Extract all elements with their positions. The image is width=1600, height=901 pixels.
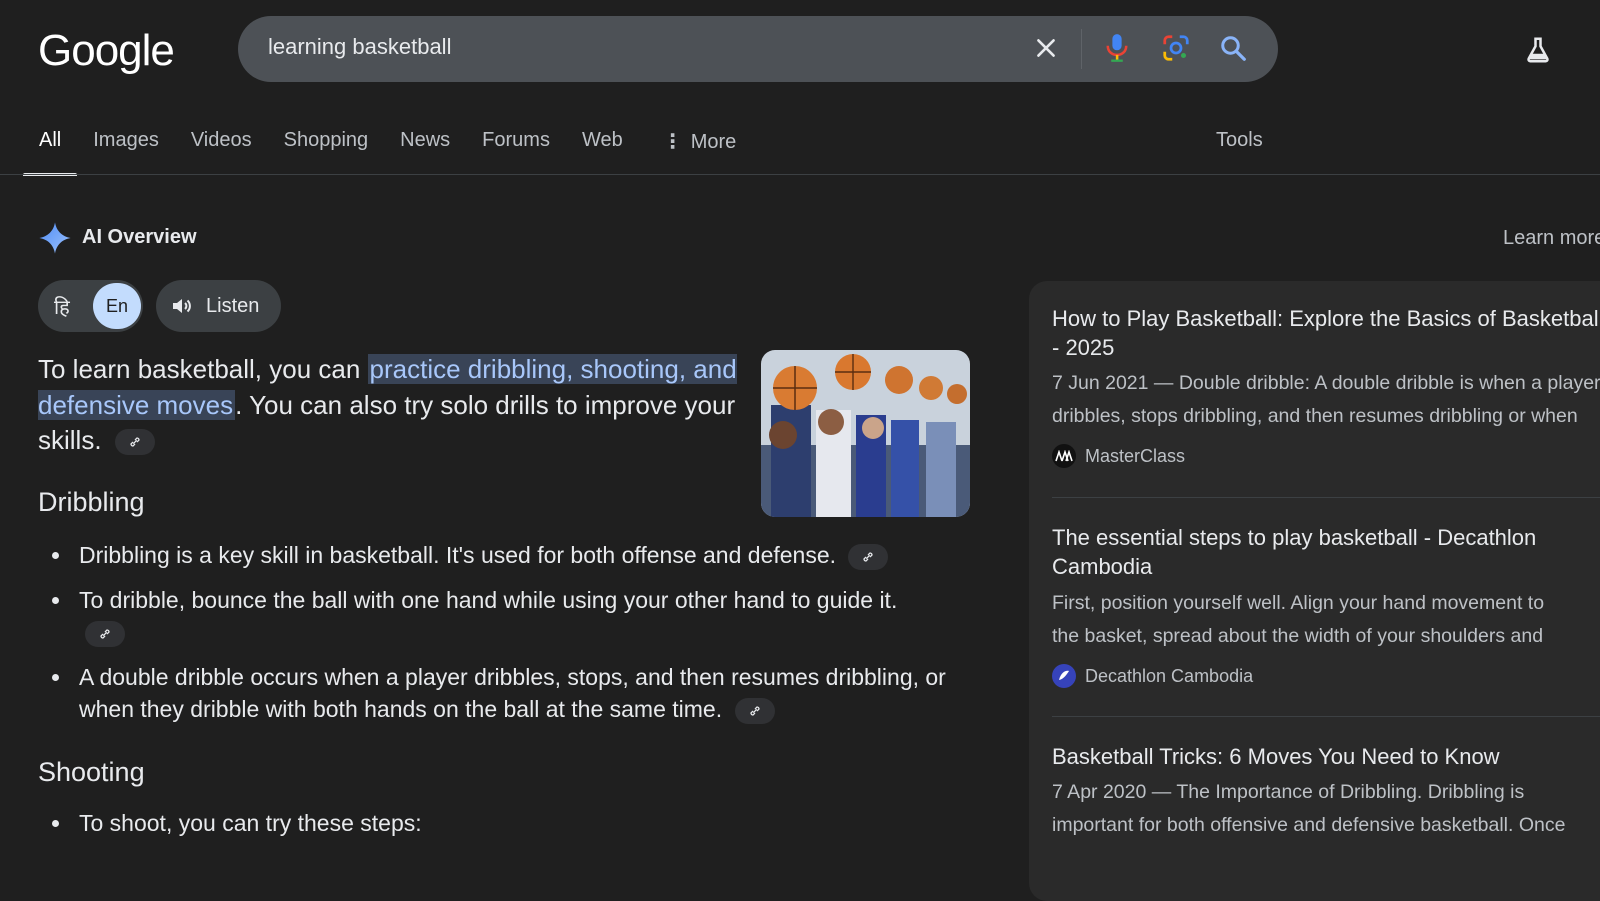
source-title-decathlon[interactable]: The essential steps to play basketball -… <box>1052 523 1600 581</box>
list-item: To shoot, you can try these steps: <box>38 807 968 839</box>
clear-icon[interactable] <box>1028 30 1064 66</box>
list-item: To dribble, bounce the ball with one han… <box>38 584 939 648</box>
tab-forums[interactable]: Forums <box>466 118 566 174</box>
tab-all[interactable]: All <box>23 118 78 176</box>
listen-button[interactable]: Listen <box>156 280 281 332</box>
tab-more[interactable]: ⋮ More <box>647 118 753 174</box>
search-input[interactable]: learning basketball <box>268 34 451 60</box>
tab-shopping[interactable]: Shopping <box>268 118 385 174</box>
source-snippet: important for both offensive and defensi… <box>1052 814 1566 836</box>
ai-overview-title: AI Overview <box>82 226 197 248</box>
labs-flask-icon[interactable] <box>1520 32 1556 68</box>
section-heading-shooting: Shooting <box>38 757 145 787</box>
bullet-text: To shoot, you can try these steps: <box>79 810 422 836</box>
lens-icon[interactable] <box>1158 30 1194 66</box>
list-item: Dribbling is a key skill in basketball. … <box>38 539 968 571</box>
masterclass-favicon-icon <box>1052 444 1076 468</box>
source-site-masterclass[interactable]: MasterClass <box>1052 444 1185 468</box>
source-divider <box>1052 716 1600 717</box>
source-title-masterclass[interactable]: How to Play Basketball: Explore the Basi… <box>1052 304 1600 362</box>
shooting-bullet-list: To shoot, you can try these steps: <box>38 807 968 839</box>
citation-link-icon[interactable] <box>848 543 889 570</box>
ai-overview-intro: To learn basketball, you can practice dr… <box>38 352 738 459</box>
source-title-basketball-tricks[interactable]: Basketball Tricks: 6 Moves You Need to K… <box>1052 742 1600 771</box>
tab-news[interactable]: News <box>384 118 466 174</box>
tabs-divider <box>0 174 1600 175</box>
ai-sparkle-icon <box>38 221 72 255</box>
source-site-name: Decathlon Cambodia <box>1085 665 1254 686</box>
language-hindi-option[interactable]: हि <box>54 293 70 320</box>
source-snippet: 7 Jun 2021 — Double dribble: A double dr… <box>1052 372 1600 394</box>
intro-text: To learn basketball, you can <box>38 354 368 384</box>
bullet-text: Dribbling is a key skill in basketball. … <box>79 542 837 568</box>
source-snippet: dribbles, stops dribbling, and then resu… <box>1052 405 1578 427</box>
bullet-text: A double dribble occurs when a player dr… <box>79 664 946 722</box>
tab-videos[interactable]: Videos <box>175 118 268 174</box>
speaker-icon <box>173 299 191 313</box>
source-snippet: the basket, spread about the width of yo… <box>1052 625 1544 647</box>
source-site-name: MasterClass <box>1085 445 1186 466</box>
google-logo[interactable]: Google <box>38 26 175 76</box>
language-english-option[interactable]: En <box>93 283 141 329</box>
more-vert-icon: ⋮ <box>662 131 683 153</box>
bullet-text: To dribble, bounce the ball with one han… <box>79 587 898 613</box>
source-site-decathlon[interactable]: Decathlon Cambodia <box>1052 664 1253 688</box>
decathlon-favicon-icon <box>1052 664 1076 688</box>
learn-more-link[interactable]: Learn more <box>1503 227 1600 250</box>
source-divider <box>1052 497 1600 498</box>
search-divider <box>1081 29 1082 69</box>
tab-images[interactable]: Images <box>77 118 175 174</box>
tab-web[interactable]: Web <box>566 118 639 174</box>
section-heading-dribbling: Dribbling <box>38 487 145 517</box>
microphone-icon[interactable] <box>1099 30 1135 66</box>
source-snippet: First, position yourself well. Align you… <box>1052 592 1545 614</box>
tab-more-label: More <box>690 131 737 153</box>
citation-link-icon[interactable] <box>85 620 125 647</box>
dribbling-bullet-list: Dribbling is a key skill in basketball. … <box>38 539 968 725</box>
search-tabs: All Images Videos Shopping News Forums W… <box>23 118 753 176</box>
citation-link-icon[interactable] <box>734 697 775 724</box>
source-snippet: 7 Apr 2020 — The Importance of Dribbling… <box>1052 781 1525 803</box>
basketball-practice-image[interactable] <box>761 350 970 517</box>
tools-button[interactable]: Tools <box>1216 129 1263 152</box>
listen-label: Listen <box>206 294 260 317</box>
search-icon[interactable] <box>1215 30 1251 66</box>
citation-link-icon[interactable] <box>114 429 155 456</box>
list-item: A double dribble occurs when a player dr… <box>38 661 968 725</box>
